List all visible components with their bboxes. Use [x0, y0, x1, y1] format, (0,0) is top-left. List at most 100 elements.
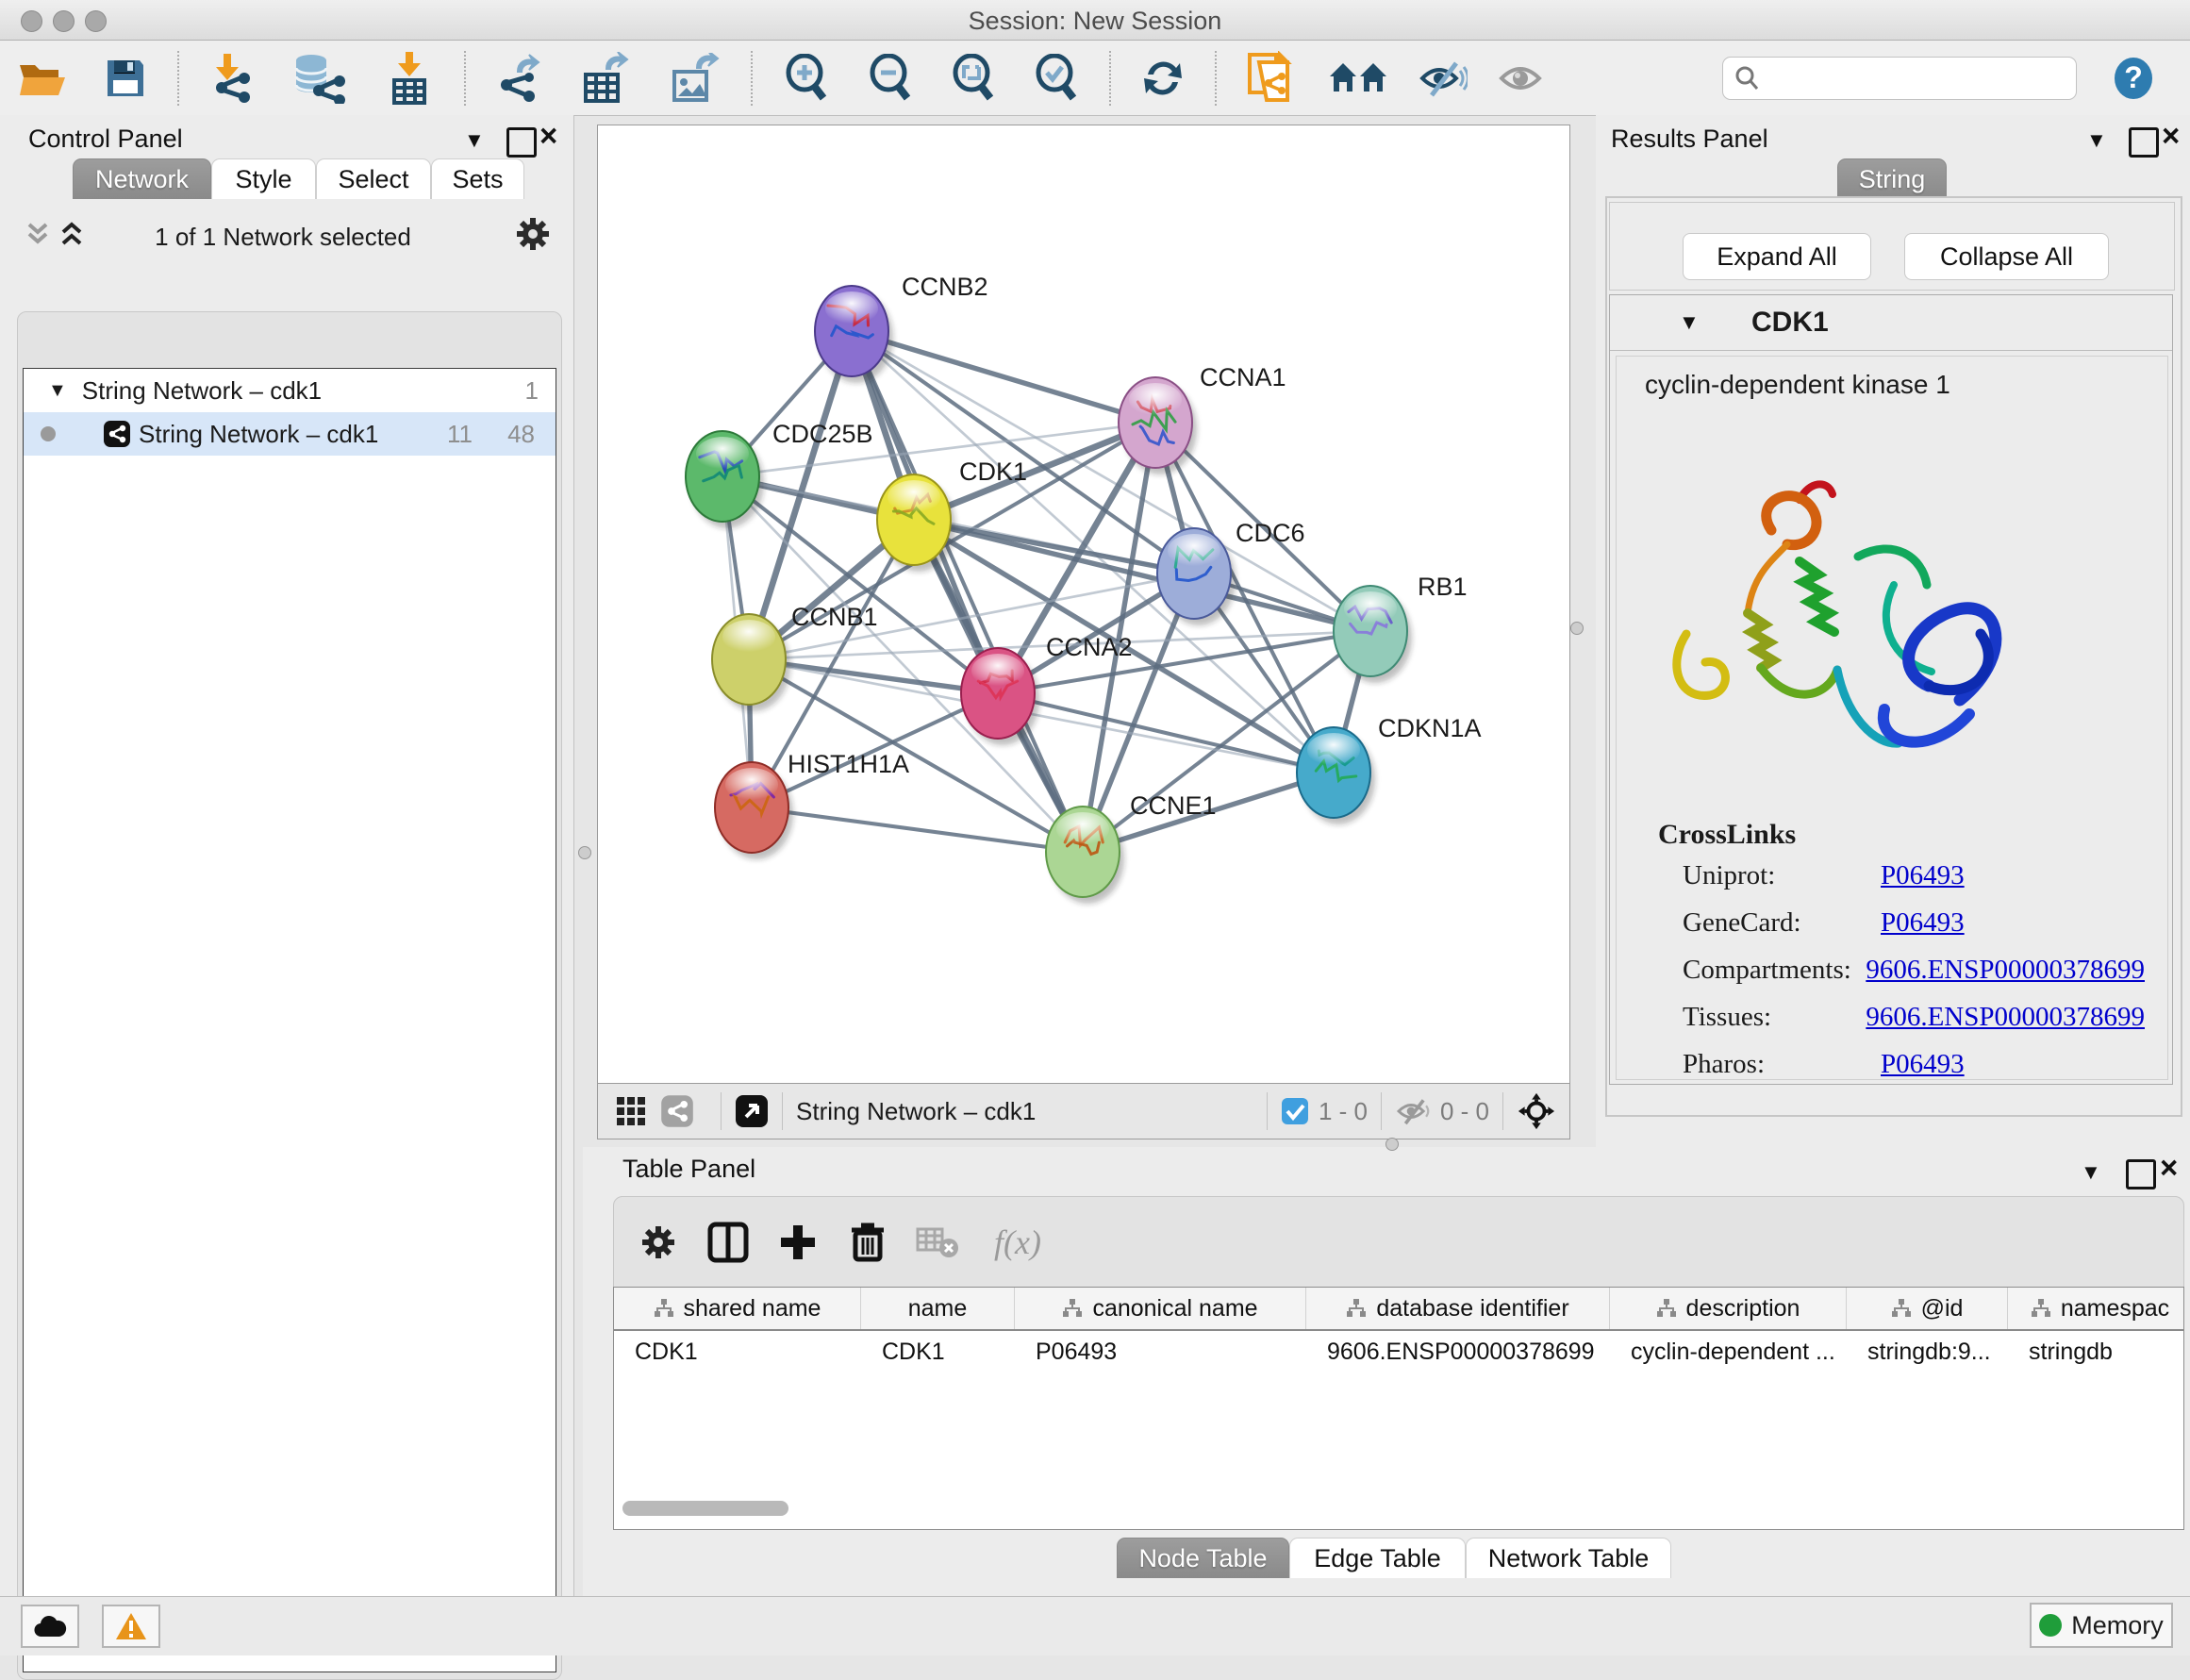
tab-sets[interactable]: Sets	[431, 158, 524, 199]
network-view-toolbar: String Network – cdk1 1 - 0 0 - 0	[597, 1083, 1570, 1139]
selected-checkbox-icon[interactable]	[1281, 1097, 1309, 1125]
tab-style[interactable]: Style	[211, 158, 316, 199]
tree-expander-icon[interactable]: ▼	[48, 380, 67, 402]
result-card-header[interactable]: ▼ CDK1	[1610, 295, 2172, 351]
zoom-selected-button[interactable]	[1015, 50, 1098, 107]
table-row[interactable]: CDK1CDK1P064939606.ENSP00000378699cyclin…	[614, 1331, 2183, 1366]
string-import-button[interactable]	[1228, 50, 1313, 107]
crosslink-value-link[interactable]: P06493	[1881, 1049, 1965, 1080]
tab-node-table[interactable]: Node Table	[1117, 1538, 1289, 1578]
tab-network[interactable]: Network	[73, 158, 211, 199]
crosslink-value-link[interactable]: 9606.ENSP00000378699	[1866, 955, 2145, 986]
grid-view-icon[interactable]	[615, 1095, 647, 1127]
detach-view-icon[interactable]	[735, 1094, 769, 1128]
warning-status-button[interactable]	[102, 1605, 160, 1648]
hide-unselected-button[interactable]	[1403, 50, 1483, 107]
network-canvas[interactable]: CCNB2CCNA1CDC25BCDK1CDC6RB1CCNB1CCNA2CDK…	[597, 125, 1570, 1085]
network-node-HIST1H1A[interactable]: HIST1H1A	[715, 750, 909, 859]
crosslink-row: Pharos:P06493	[1683, 1049, 2145, 1080]
crosslinks-list: Uniprot:P06493GeneCard:P06493Compartment…	[1683, 860, 2145, 1096]
create-column-button[interactable]	[763, 1212, 833, 1272]
tab-edge-table[interactable]: Edge Table	[1289, 1538, 1466, 1578]
collapse-all-networks-icon[interactable]	[26, 221, 58, 247]
network-node-CCNE1[interactable]: CCNE1	[1046, 791, 1217, 904]
zoom-fit-button[interactable]	[932, 50, 1015, 107]
scrollbar-thumb[interactable]	[622, 1501, 788, 1516]
table-panel-close-icon[interactable]: ×	[2160, 1155, 2178, 1181]
table-options-button[interactable]	[623, 1212, 693, 1272]
network-row-selected[interactable]: String Network – cdk1 11 48	[24, 412, 556, 456]
zoom-in-button[interactable]	[764, 50, 849, 107]
table-cell[interactable]: P06493	[1015, 1331, 1306, 1366]
right-splitter-handle[interactable]	[1570, 622, 1584, 635]
results-panel-collapse-icon[interactable]: ▼	[2086, 130, 2107, 151]
delete-column-button[interactable]	[833, 1212, 903, 1272]
column-header-description[interactable]: description	[1610, 1288, 1847, 1329]
results-panel-float-icon[interactable]	[2129, 127, 2159, 158]
result-card-expander-icon[interactable]: ▼	[1679, 312, 1700, 333]
column-header-namespac[interactable]: namespac	[2008, 1288, 2184, 1329]
network-node-RB1[interactable]: RB1	[1334, 573, 1468, 683]
expand-all-button[interactable]: Expand All	[1683, 233, 1871, 280]
open-session-button[interactable]	[0, 50, 85, 107]
tab-select[interactable]: Select	[316, 158, 431, 199]
column-header-shared-name[interactable]: shared name	[614, 1288, 861, 1329]
left-splitter-handle[interactable]	[578, 846, 591, 859]
zoom-out-button[interactable]	[849, 50, 932, 107]
crosslink-value-link[interactable]: 9606.ENSP00000378699	[1866, 1002, 2145, 1033]
show-columns-button[interactable]	[693, 1212, 763, 1272]
network-collection-row[interactable]: ▼ String Network – cdk1 1	[24, 369, 556, 412]
cloud-status-button[interactable]	[21, 1605, 79, 1648]
crosslink-value-link[interactable]: P06493	[1881, 907, 1965, 939]
table-cell[interactable]: stringdb:9...	[1847, 1331, 2008, 1366]
table-panel-collapse-icon[interactable]: ▼	[2081, 1162, 2101, 1183]
table-cell[interactable]: stringdb	[2008, 1331, 2184, 1366]
results-panel-close-icon[interactable]: ×	[2162, 123, 2180, 149]
column-header-label: name	[908, 1295, 968, 1322]
network-node-CDC25B[interactable]: CDC25B	[686, 420, 873, 528]
network-edge-count: 48	[507, 420, 535, 449]
network-node-CDKN1A[interactable]: CDKN1A	[1297, 714, 1482, 824]
table-cell[interactable]: CDK1	[861, 1331, 1015, 1366]
import-network-icon	[208, 54, 254, 103]
string-home-button[interactable]	[1313, 50, 1403, 107]
table-cell[interactable]: cyclin-dependent ...	[1610, 1331, 1847, 1366]
control-panel-collapse-icon[interactable]: ▼	[464, 130, 485, 151]
network-options-gear-icon[interactable]	[514, 215, 552, 253]
table-panel-float-icon[interactable]	[2126, 1159, 2156, 1189]
search-icon	[1734, 65, 1761, 91]
column-header-canonical-name[interactable]: canonical name	[1015, 1288, 1306, 1329]
column-header-name[interactable]: name	[861, 1288, 1015, 1329]
table-cell[interactable]: 9606.ENSP00000378699	[1306, 1331, 1610, 1366]
table-cell[interactable]: CDK1	[614, 1331, 861, 1366]
node-label-CDC6: CDC6	[1236, 519, 1305, 547]
import-table-file-button[interactable]	[366, 50, 453, 107]
memory-button[interactable]: Memory	[2030, 1603, 2173, 1648]
tab-string[interactable]: String	[1837, 158, 1947, 199]
refresh-view-button[interactable]	[1122, 50, 1203, 107]
export-table-button[interactable]	[560, 50, 649, 107]
network-svg[interactable]: CCNB2CCNA1CDC25BCDK1CDC6RB1CCNB1CCNA2CDK…	[598, 125, 1568, 1082]
tab-network-table[interactable]: Network Table	[1466, 1538, 1671, 1578]
expand-all-networks-icon[interactable]	[60, 221, 92, 247]
show-all-button[interactable]	[1483, 50, 1562, 107]
hidden-eye-slash-icon[interactable]	[1395, 1096, 1433, 1126]
export-image-button[interactable]	[649, 50, 739, 107]
search-input[interactable]	[1765, 59, 2165, 95]
control-panel-float-icon[interactable]	[506, 127, 537, 158]
table-panel-title: Table Panel	[622, 1155, 755, 1184]
network-node-CCNA1[interactable]: CCNA1	[1119, 363, 1286, 474]
zoom-selected-icon	[1034, 54, 1079, 103]
export-network-button[interactable]	[477, 50, 560, 107]
collapse-all-button[interactable]: Collapse All	[1904, 233, 2109, 280]
birds-eye-pan-icon[interactable]	[1517, 1091, 1556, 1131]
crosslink-value-link[interactable]: P06493	[1881, 860, 1965, 891]
network-view-icon[interactable]	[660, 1094, 694, 1128]
import-network-file-button[interactable]	[191, 50, 272, 107]
import-network-database-button[interactable]	[272, 50, 366, 107]
save-session-button[interactable]	[85, 50, 166, 107]
column-header--id[interactable]: @id	[1847, 1288, 2008, 1329]
column-header-database-identifier[interactable]: database identifier	[1306, 1288, 1610, 1329]
control-panel-close-icon[interactable]: ×	[539, 123, 557, 149]
bottom-splitter-handle[interactable]	[1385, 1138, 1399, 1151]
